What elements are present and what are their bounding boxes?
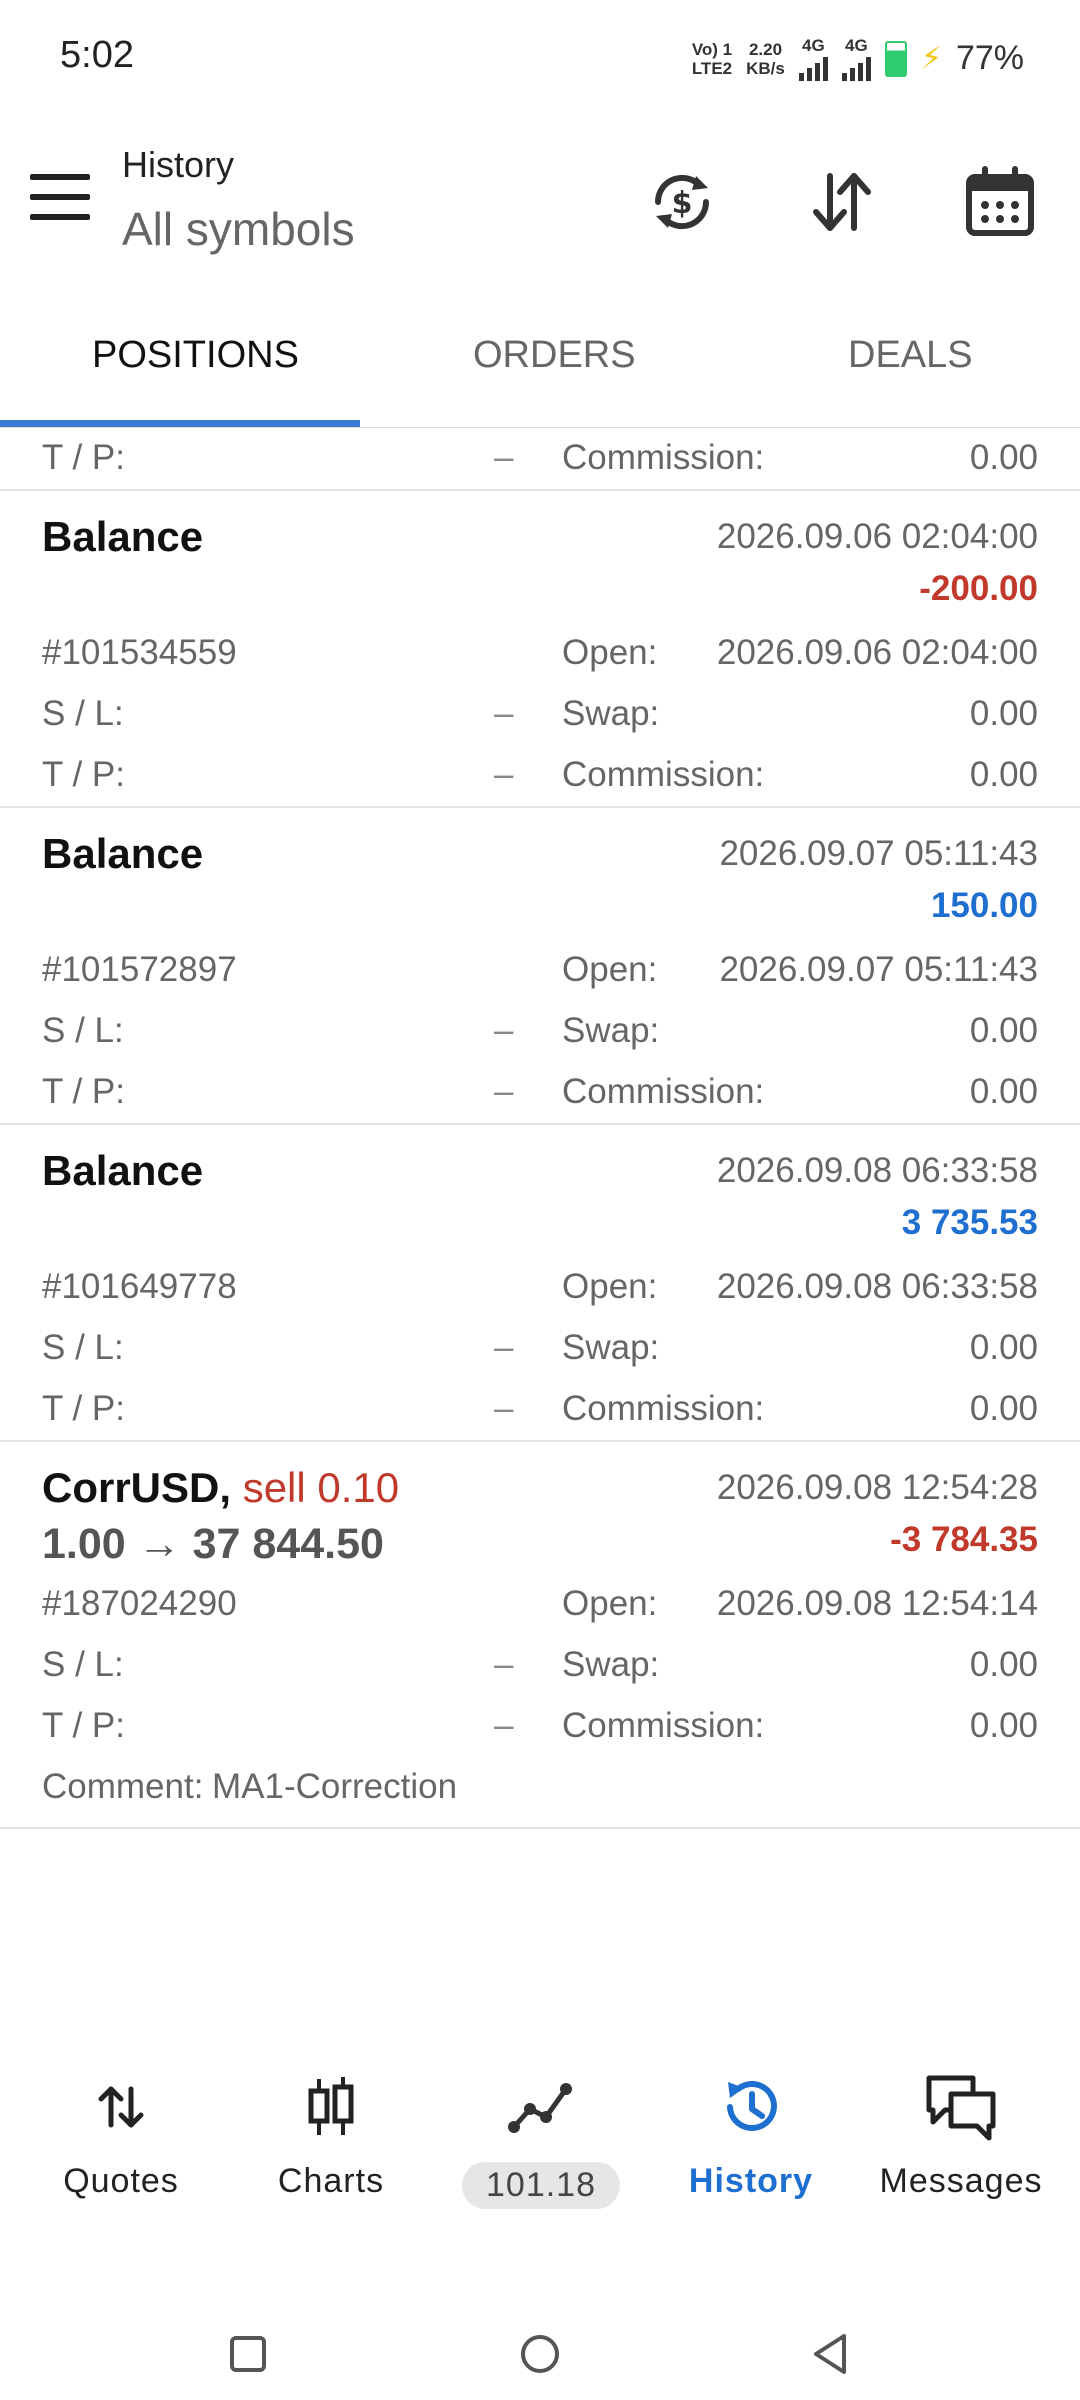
entry-date: 2026.09.07 05:11:43 xyxy=(719,834,1038,873)
nav-quotes[interactable]: Quotes xyxy=(16,2066,226,2201)
nav-charts[interactable]: Charts xyxy=(226,2066,436,2201)
square-icon xyxy=(230,2336,266,2372)
tab-positions[interactable]: POSITIONS xyxy=(92,334,299,377)
circle-icon xyxy=(521,2335,559,2373)
tp-row: T / P: – Commission: 0.00 xyxy=(42,1706,1038,1745)
open-row: #187024290 Open: 2026.09.08 12:54:14 xyxy=(42,1584,1038,1623)
candlestick-chart-icon xyxy=(308,2077,354,2135)
bottom-navigation: Quotes Charts 101.18 History Messages xyxy=(0,2050,1080,2230)
ticket-number: #101534559 xyxy=(42,633,237,672)
entry-amount: -200.00 xyxy=(919,569,1038,608)
sl-row: S / L: – Swap: 0.00 xyxy=(42,1645,1038,1684)
volte-indicator: Vo) 1 LTE2 xyxy=(691,39,733,78)
history-icon xyxy=(727,2081,777,2131)
ticket-number: #101572897 xyxy=(42,950,237,989)
signal-bars-icon xyxy=(798,55,828,81)
svg-text:$: $ xyxy=(672,186,693,221)
positions-list[interactable]: T / P: – Commission: 0.00 Balance 2026.0… xyxy=(0,428,1080,1829)
sort-icon xyxy=(813,173,871,231)
price-close: 37 844.50 xyxy=(192,1520,384,1568)
trade-profit: -3 784.35 xyxy=(890,1520,1038,1559)
trade-value-badge: 101.18 xyxy=(462,2162,620,2209)
tp-row: T / P: – Commission: 0.00 xyxy=(42,438,1038,477)
open-time: 2026.09.06 02:04:00 xyxy=(716,633,1038,672)
signal-bars-icon xyxy=(841,55,871,81)
app-bar: History All symbols $ xyxy=(0,130,1080,270)
entry-date: 2026.09.08 06:33:58 xyxy=(716,1151,1038,1190)
trade-symbol: CorrUSD, sell 0.10 xyxy=(42,1464,400,1511)
history-tabs: POSITIONS ORDERS DEALS xyxy=(0,310,1080,428)
quotes-icon xyxy=(98,2086,144,2128)
status-icons: Vo) 1 LTE2 2.20 KB/s 4G 4G ⚡ 77% xyxy=(692,36,1024,81)
nav-history[interactable]: History xyxy=(646,2066,856,2201)
page-title: History xyxy=(122,144,235,185)
trade-line-icon xyxy=(508,2083,572,2133)
ticket-number: #101649778 xyxy=(42,1267,237,1306)
battery-icon xyxy=(884,40,907,77)
open-time: 2026.09.07 05:11:43 xyxy=(719,950,1038,989)
entry-date: 2026.09.06 02:04:00 xyxy=(716,517,1038,556)
trade-entry[interactable]: CorrUSD, sell 0.10 2026.09.08 12:54:28 1… xyxy=(0,1442,1080,1827)
ticket-number: #187024290 xyxy=(42,1584,237,1623)
nav-trade[interactable]: 101.18 xyxy=(436,2066,646,2209)
sl-row: S / L: – Swap: 0.00 xyxy=(42,1328,1038,1367)
tp-row: T / P: – Commission: 0.00 xyxy=(42,1389,1038,1428)
entry-title: Balance xyxy=(42,830,204,877)
triangle-back-icon xyxy=(814,2334,846,2374)
tab-deals[interactable]: DEALS xyxy=(848,334,973,377)
open-row: #101534559 Open: 2026.09.06 02:04:00 xyxy=(42,633,1038,672)
tab-orders[interactable]: ORDERS xyxy=(473,334,636,377)
tab-indicator xyxy=(0,420,360,427)
open-time: 2026.09.08 06:33:58 xyxy=(716,1267,1038,1306)
nav-messages[interactable]: Messages xyxy=(856,2066,1066,2201)
signal-2: 4G xyxy=(841,36,871,81)
entry-title: Balance xyxy=(42,513,204,560)
comment-text: MA1-Correction xyxy=(212,1767,458,1806)
sl-row: S / L: – Swap: 0.00 xyxy=(42,1011,1038,1050)
status-bar: 5:02 Vo) 1 LTE2 2.20 KB/s 4G 4G ⚡ 77% xyxy=(0,0,1080,110)
history-entry[interactable]: Balance 2026.09.08 06:33:58 3 735.53 #10… xyxy=(0,1125,1080,1440)
tp-row: T / P: – Commission: 0.00 xyxy=(42,755,1038,794)
back-button[interactable] xyxy=(800,2324,860,2384)
entry-amount: 3 735.53 xyxy=(901,1203,1038,1242)
open-row: #101572897 Open: 2026.09.07 05:11:43 xyxy=(42,950,1038,989)
menu-icon[interactable] xyxy=(30,174,90,220)
divider xyxy=(0,1827,1080,1829)
system-navigation-bar xyxy=(0,2310,1080,2400)
history-entry[interactable]: Balance 2026.09.07 05:11:43 150.00 #1015… xyxy=(0,808,1080,1123)
tp-row: T / P: – Commission: 0.00 xyxy=(42,1072,1038,1111)
arrow-icon: → xyxy=(137,1520,181,1568)
history-entry[interactable]: Balance 2026.09.06 02:04:00 -200.00 #101… xyxy=(0,491,1080,806)
entry-title: Balance xyxy=(42,1147,204,1194)
recents-button[interactable] xyxy=(218,2324,278,2384)
open-row: #101649778 Open: 2026.09.08 06:33:58 xyxy=(42,1267,1038,1306)
symbol-filter[interactable]: All symbols xyxy=(122,202,355,256)
price-open: 1.00 xyxy=(42,1520,126,1568)
status-time: 5:02 xyxy=(60,34,134,76)
sort-button[interactable] xyxy=(800,160,884,244)
signal-1: 4G xyxy=(798,36,828,81)
trade-side: sell 0.10 xyxy=(242,1464,400,1511)
open-time: 2026.09.08 12:54:14 xyxy=(716,1584,1038,1623)
sl-row: S / L: – Swap: 0.00 xyxy=(42,694,1038,733)
entry-amount: 150.00 xyxy=(930,886,1038,925)
battery-percent: 77% xyxy=(955,39,1024,77)
calendar-button[interactable] xyxy=(958,160,1042,244)
currency-refresh-button[interactable]: $ xyxy=(640,160,724,244)
network-speed: 2.20 KB/s xyxy=(746,39,785,78)
entry-date: 2026.09.08 12:54:28 xyxy=(716,1468,1038,1507)
comment-row: Comment: MA1-Correction xyxy=(42,1767,458,1806)
calendar-icon xyxy=(966,166,1034,236)
messages-icon xyxy=(926,2075,996,2141)
charging-icon: ⚡ xyxy=(920,42,942,75)
home-button[interactable] xyxy=(510,2324,570,2384)
trade-prices: 1.00 → 37 844.50 xyxy=(42,1520,384,1569)
currency-refresh-icon: $ xyxy=(654,174,710,230)
